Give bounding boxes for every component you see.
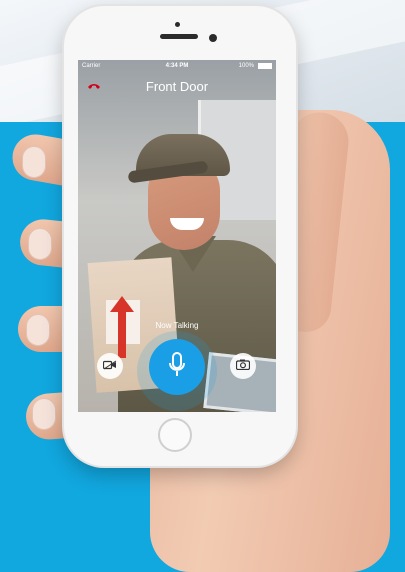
battery-icon bbox=[258, 63, 272, 69]
video-camera-icon bbox=[102, 357, 117, 375]
fingernail bbox=[32, 398, 56, 430]
camera-icon bbox=[235, 357, 251, 375]
fingernail bbox=[28, 228, 52, 260]
phone-front-camera bbox=[209, 34, 217, 42]
fingernail bbox=[26, 314, 50, 346]
phone-sensor bbox=[175, 22, 180, 27]
page-title: Front Door bbox=[145, 79, 209, 94]
snapshot-button[interactable] bbox=[230, 353, 256, 379]
talk-button[interactable] bbox=[149, 339, 205, 395]
status-bar: Carrier 4:34 PM 100% bbox=[78, 60, 276, 74]
fingernail bbox=[22, 146, 46, 178]
microphone-icon bbox=[168, 351, 186, 383]
battery-percent: 100% bbox=[238, 63, 254, 69]
phone-speaker bbox=[160, 34, 198, 39]
package-arrow bbox=[118, 308, 126, 358]
video-toggle-button[interactable] bbox=[97, 353, 123, 379]
home-button[interactable] bbox=[158, 418, 192, 452]
call-status-text: Now Talking bbox=[155, 321, 199, 330]
